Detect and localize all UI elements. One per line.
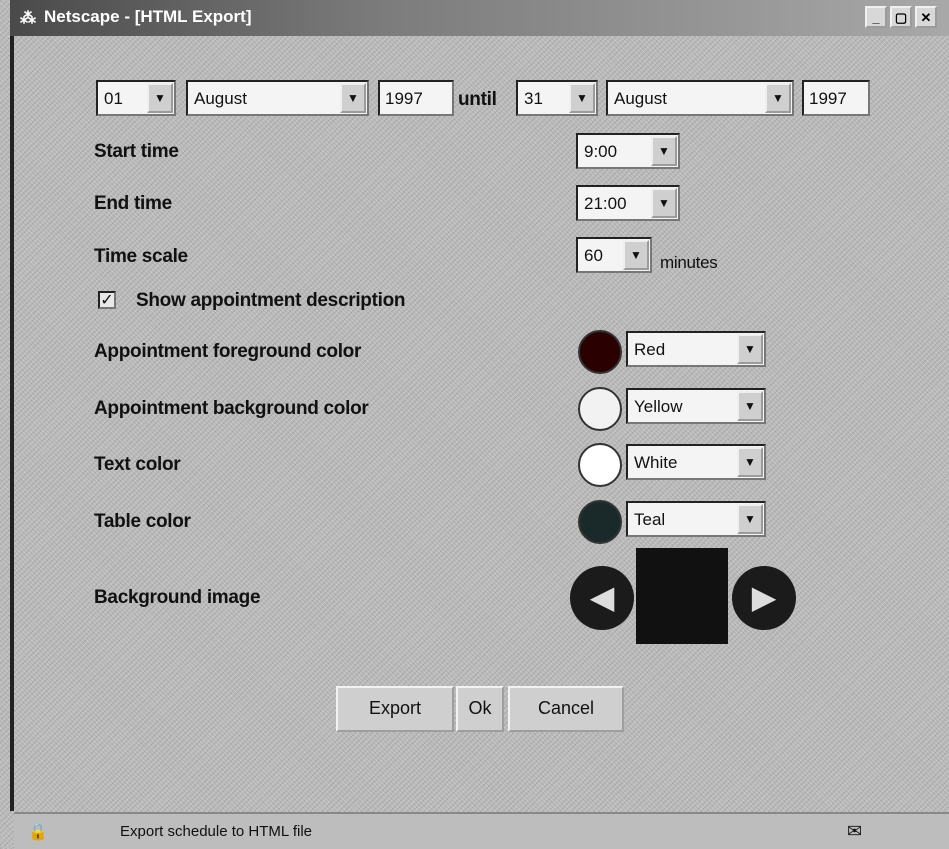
foreground-color-value: Red	[634, 340, 666, 359]
chevron-down-icon: ▼	[569, 83, 595, 113]
background-image-label: Background image	[94, 587, 261, 608]
title-bar: ⁂ Netscape - [HTML Export] _ ▢ ✕	[10, 0, 949, 36]
end-month-value: August	[614, 89, 667, 108]
background-color-label: Appointment background color	[94, 398, 369, 419]
start-month-select[interactable]: August ▼	[186, 80, 369, 116]
time-scale-unit: minutes	[660, 253, 718, 272]
end-month-select[interactable]: August ▼	[606, 80, 794, 116]
table-color-value: Teal	[634, 510, 666, 529]
foreground-color-swatch	[578, 330, 622, 374]
background-color-value: Yellow	[634, 397, 683, 416]
export-button[interactable]: Export	[336, 686, 454, 732]
background-image-preview	[636, 548, 728, 644]
show-description-label: Show appointment description	[136, 290, 406, 311]
end-time-label: End time	[94, 193, 172, 214]
text-color-value: White	[634, 453, 678, 472]
window-frame	[10, 36, 14, 811]
until-label: until	[458, 89, 497, 110]
start-day-select[interactable]: 01 ▼	[96, 80, 176, 116]
time-scale-select[interactable]: 60 ▼	[576, 237, 652, 273]
window-title: Netscape - [HTML Export]	[44, 7, 252, 26]
start-time-select[interactable]: 9:00 ▼	[576, 133, 680, 169]
text-color-label: Text color	[94, 454, 181, 475]
chevron-down-icon: ▼	[623, 240, 649, 270]
time-scale-label: Time scale	[94, 246, 188, 267]
chevron-down-icon: ▼	[340, 83, 366, 113]
security-icon: 🔒	[28, 824, 48, 841]
chevron-down-icon: ▼	[737, 334, 763, 364]
previous-image-button[interactable]: ◀	[570, 566, 634, 630]
cancel-button[interactable]: Cancel	[508, 686, 624, 732]
background-color-select[interactable]: Yellow ▼	[626, 388, 766, 424]
background-color-swatch	[578, 387, 622, 431]
next-image-button[interactable]: ▶	[732, 566, 796, 630]
start-day-value: 01	[104, 89, 123, 108]
table-color-label: Table color	[94, 511, 191, 532]
foreground-color-select[interactable]: Red ▼	[626, 331, 766, 367]
arrow-right-icon: ▶	[751, 579, 777, 615]
mail-icon[interactable]: ✉	[847, 821, 862, 842]
netscape-icon: ⁂	[20, 10, 36, 27]
text-color-swatch	[578, 443, 622, 487]
table-color-select[interactable]: Teal ▼	[626, 501, 766, 537]
maximize-button[interactable]: ▢	[890, 6, 912, 28]
foreground-color-label: Appointment foreground color	[94, 341, 362, 362]
arrow-left-icon: ◀	[589, 579, 615, 615]
table-color-swatch	[578, 500, 622, 544]
show-description-checkbox[interactable]: ✓	[98, 291, 116, 309]
start-time-value: 9:00	[584, 142, 618, 161]
end-day-select[interactable]: 31 ▼	[516, 80, 598, 116]
start-time-label: Start time	[94, 141, 179, 162]
chevron-down-icon: ▼	[737, 504, 763, 534]
chevron-down-icon: ▼	[651, 188, 677, 218]
ok-button[interactable]: Ok	[456, 686, 504, 732]
end-time-select[interactable]: 21:00 ▼	[576, 185, 680, 221]
chevron-down-icon: ▼	[765, 83, 791, 113]
chevron-down-icon: ▼	[651, 136, 677, 166]
time-scale-value: 60	[584, 246, 603, 265]
start-month-value: August	[194, 89, 247, 108]
end-year-field[interactable]: 1997	[802, 80, 870, 116]
status-bar: 🔒 Export schedule to HTML file ✉	[14, 812, 949, 849]
start-year-field[interactable]: 1997	[378, 80, 454, 116]
status-message: Export schedule to HTML file	[120, 823, 313, 840]
chevron-down-icon: ▼	[737, 447, 763, 477]
end-time-value: 21:00	[584, 194, 627, 213]
minimize-button[interactable]: _	[865, 6, 887, 28]
close-button[interactable]: ✕	[915, 6, 937, 28]
chevron-down-icon: ▼	[737, 391, 763, 421]
chevron-down-icon: ▼	[147, 83, 173, 113]
end-day-value: 31	[524, 89, 543, 108]
text-color-select[interactable]: White ▼	[626, 444, 766, 480]
